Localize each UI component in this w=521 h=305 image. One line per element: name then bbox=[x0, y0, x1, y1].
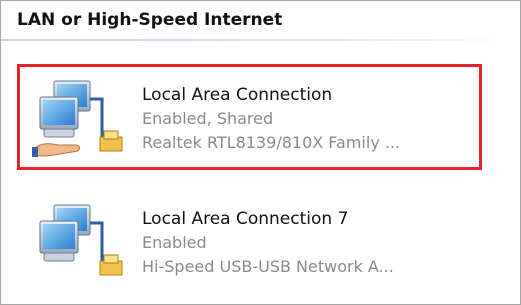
network-connection-icon bbox=[32, 203, 128, 287]
connection-status: Enabled, Shared bbox=[142, 109, 274, 128]
connection-item-local-area-connection[interactable]: Local Area Connection Enabled, Shared Re… bbox=[17, 64, 482, 170]
network-connection-shared-icon bbox=[32, 79, 128, 163]
group-title: LAN or High-Speed Internet bbox=[17, 10, 283, 30]
group-divider bbox=[1, 39, 520, 41]
connection-name: Local Area Connection bbox=[142, 85, 333, 105]
connection-device: Realtek RTL8139/810X Family ... bbox=[142, 133, 401, 152]
connection-name: Local Area Connection 7 bbox=[142, 209, 349, 229]
group-header: LAN or High-Speed Internet bbox=[1, 1, 520, 39]
connection-device: Hi-Speed USB-USB Network A... bbox=[142, 257, 394, 276]
connection-status: Enabled bbox=[142, 233, 207, 252]
network-connections-panel: LAN or High-Speed Internet Local Area Co… bbox=[0, 0, 521, 305]
connection-item-local-area-connection-7[interactable]: Local Area Connection 7 Enabled Hi-Speed… bbox=[17, 188, 482, 294]
